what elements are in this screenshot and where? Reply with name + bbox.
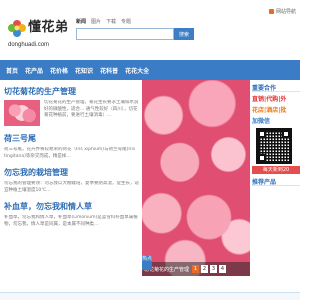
qr-corner [258, 130, 266, 138]
article-title[interactable]: 补血草，勿忘我和情人草 [4, 201, 140, 212]
slider-caption-bar: 切花菊花的生产管理 1 2 3 4 [142, 262, 250, 276]
slider-image[interactable]: 切花菊花的生产管理 1 2 3 4 [142, 80, 250, 276]
slider-page-4[interactable]: 4 [219, 265, 227, 273]
site-nav-link[interactable]: 网站导航 [276, 8, 296, 15]
slider-page-2[interactable]: 2 [201, 265, 209, 273]
nav-flower-encyclopedia[interactable]: 花花大全 [125, 66, 149, 75]
article-summary: 补血草，勿忘我和情人草，补血草(Limonium)是蓝雪科补血草属植物，勿忘我，… [4, 215, 138, 227]
search-row: 搜索 [76, 28, 194, 40]
search-input[interactable] [76, 28, 174, 40]
slider-page-1[interactable]: 1 [192, 265, 200, 273]
article-summary: 荷三号尾，花卉界将较易荣的荷花（Iris xiphium)与荷兰号尾(Iris … [4, 147, 136, 159]
search-tabs: 新闻 图片 下载 专题 [76, 18, 194, 25]
article-summary: 勿忘我的管理要领：勿忘我以大棚栽培，夏季要防高温，促生长，适宜种植土壤温度10℃… [4, 181, 139, 193]
qr-corner [258, 154, 266, 162]
slider-page-3[interactable]: 3 [210, 265, 218, 273]
search-tab-downloads[interactable]: 下载 [106, 18, 116, 25]
search-tab-news[interactable]: 新闻 [76, 18, 86, 25]
article-title[interactable]: 勿忘我的栽培管理 [4, 167, 140, 178]
article-item: 荷三号尾 荷三号尾，花卉界将较易荣的荷花（Iris xiphium)与荷兰号尾(… [4, 133, 140, 160]
article-item: 切花菊花的生产管理 切花菊花的生产管理，菊花生长要求土壤排水良好的微酸性，适合.… [4, 86, 140, 126]
article-title[interactable]: 切花菊花的生产管理 [4, 86, 140, 97]
article-list: 切花菊花的生产管理 切花菊花的生产管理，菊花生长要求土壤排水良好的微酸性，适合.… [4, 86, 140, 235]
search-tab-images[interactable]: 图片 [91, 18, 101, 25]
ad-line[interactable]: 加微信 [252, 116, 300, 125]
featured-slider: 切花菊花的生产管理 1 2 3 4 热点 [142, 80, 250, 276]
hot-tag[interactable]: 热点 [142, 256, 152, 270]
slider-pager: 1 2 3 4 [192, 265, 227, 273]
qr-corner [282, 130, 290, 138]
ad-line[interactable]: 直销|代购|外 [252, 94, 300, 103]
site-logo[interactable]: 懂花弟 donghuadi.com [4, 14, 69, 54]
nav-flower-knowledge[interactable]: 花知识 [75, 66, 93, 75]
nav-flower-products[interactable]: 花产品 [25, 66, 43, 75]
search-tab-topics[interactable]: 专题 [121, 18, 131, 25]
site-nav-icon [268, 9, 274, 14]
nav-flower-science[interactable]: 花科普 [100, 66, 118, 75]
footer-strip [0, 292, 300, 300]
recommended-title: 推荐产品 [252, 174, 300, 186]
qr-label: 每天新到20 [252, 166, 300, 174]
flower-logo-icon [8, 20, 26, 37]
search-area: 新闻 图片 下载 专题 搜索 [76, 18, 194, 40]
sidebar: 重要合作 直销|代购|外 花店|酒店|批 加微信 每天新到20 推荐产品 [252, 80, 300, 186]
nav-home[interactable]: 首页 [6, 66, 18, 75]
header-links: 网站导航 [268, 8, 296, 15]
logo-domain: donghuadi.com [8, 42, 50, 48]
qr-code [256, 128, 292, 164]
ad-line[interactable]: 花店|酒店|批 [252, 105, 300, 114]
article-summary: 切花菊花的生产管理，菊花生长要求土壤排水良好的微酸性，适合... 通气性较好（四… [44, 100, 139, 118]
search-button[interactable]: 搜索 [174, 28, 194, 40]
article-title[interactable]: 荷三号尾 [4, 133, 140, 144]
site-header: 懂花弟 donghuadi.com 新闻 图片 下载 专题 搜索 网站导航 [0, 0, 300, 60]
main-navbar: 首页 花产品 花价格 花知识 花科普 花花大全 [0, 60, 300, 80]
logo-text: 懂花弟 [28, 20, 69, 35]
article-summary-block: 切花菊花的生产管理，菊花生长要求土壤排水良好的微酸性，适合... 通气性较好（四… [4, 100, 140, 126]
article-item: 勿忘我的栽培管理 勿忘我的管理要领：勿忘我以大棚栽培，夏季要防高温，促生长，适宜… [4, 167, 140, 194]
nav-flower-prices[interactable]: 花价格 [50, 66, 68, 75]
sidebar-title: 重要合作 [252, 80, 300, 92]
article-thumbnail[interactable] [4, 100, 40, 126]
article-item: 补血草，勿忘我和情人草 补血草，勿忘我和情人草，补血草(Limonium)是蓝雪… [4, 201, 140, 228]
